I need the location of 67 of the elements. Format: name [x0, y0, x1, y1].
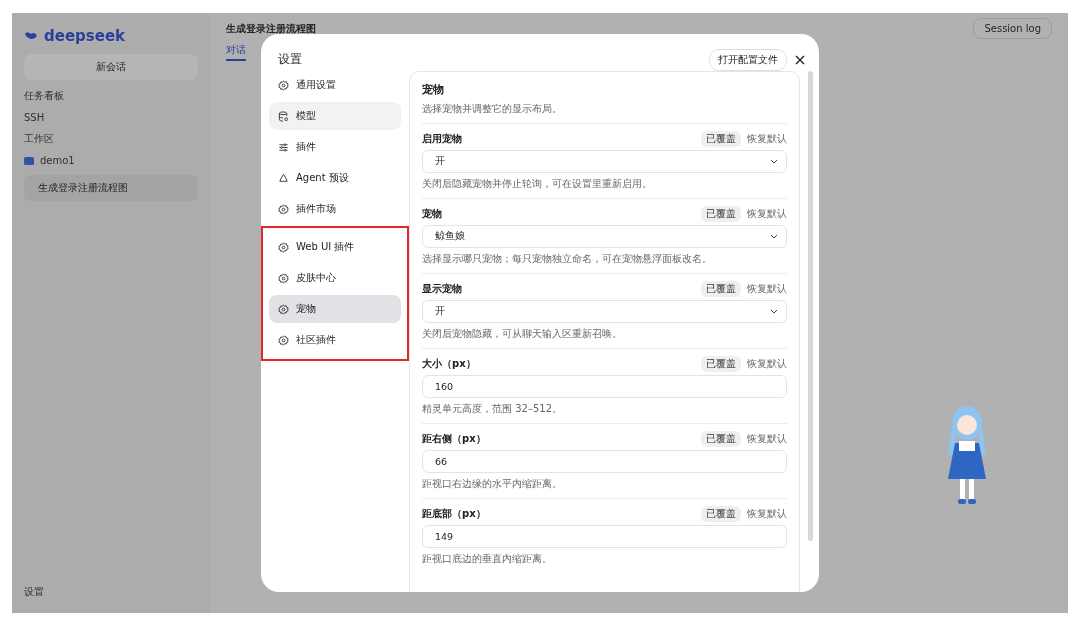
reset-link[interactable]: 恢复默认: [747, 282, 787, 296]
section-title: 宠物: [422, 82, 445, 97]
reset-link[interactable]: 恢复默认: [747, 207, 787, 221]
settings-link[interactable]: 设置: [24, 585, 198, 599]
settings-nav-item[interactable]: 社区插件: [269, 326, 401, 354]
overridden-badge: 已覆盖: [701, 206, 741, 222]
section-label: 工作区: [24, 132, 55, 146]
settings-icon: [278, 203, 289, 215]
page-title: 生成登录注册流程图: [226, 21, 316, 36]
field-hint: 关闭后宠物隐藏，可从聊天输入区重新召唤。: [422, 327, 623, 341]
field-label: 大小（px）: [422, 357, 476, 371]
settings-nav-item[interactable]: 插件市场: [269, 195, 401, 223]
folder-icon: [24, 156, 34, 165]
overridden-badge: 已覆盖: [701, 506, 741, 522]
field-hint: 选择显示哪只宠物；每只宠物独立命名，可在宠物悬浮面板改名。: [422, 252, 713, 266]
folder-name[interactable]: demo1: [40, 155, 75, 166]
settings-nav-item[interactable]: Web UI 插件: [269, 233, 401, 261]
reset-link[interactable]: 恢复默认: [747, 432, 787, 446]
overridden-badge: 已覆盖: [701, 356, 741, 372]
reset-link[interactable]: 恢复默认: [747, 357, 787, 371]
field-label: 距底部（px）: [422, 507, 486, 521]
chevron-down-icon: [770, 309, 778, 314]
field-hint: 精灵单元高度，范围 32–512。: [422, 402, 563, 416]
overridden-badge: 已覆盖: [701, 431, 741, 447]
sliders-icon: [278, 141, 289, 153]
field-label: 显示宠物: [422, 282, 462, 296]
select-field[interactable]: 开: [422, 150, 787, 173]
settings-icon: [278, 272, 289, 284]
settings-nav-item[interactable]: 模型: [269, 102, 401, 130]
close-icon[interactable]: [795, 54, 805, 65]
field-hint: 关闭后隐藏宠物并停止轮询，可在设置里重新启用。: [422, 177, 653, 191]
field-hint: 距视口底边的垂直内缩距离。: [422, 552, 553, 566]
chat-tab[interactable]: 对话: [226, 43, 246, 61]
field-label: 距右侧（px）: [422, 432, 486, 446]
section-description: 选择宠物并调整它的显示布局。: [422, 102, 563, 116]
database-icon: [278, 110, 289, 122]
select-field[interactable]: 开: [422, 300, 787, 323]
field-label: 启用宠物: [422, 132, 462, 146]
dialog-title: 设置: [278, 51, 302, 68]
overridden-badge: 已覆盖: [701, 281, 741, 297]
session-log-button[interactable]: Session log: [973, 18, 1052, 39]
input-field[interactable]: 149: [422, 525, 787, 548]
settings-icon: [278, 79, 289, 91]
new-chat-button[interactable]: 新会话: [24, 54, 198, 80]
conversation-item[interactable]: 生成登录注册流程图: [24, 175, 198, 201]
open-config-button[interactable]: 打开配置文件: [709, 48, 787, 71]
settings-nav-item[interactable]: Agent 预设: [269, 164, 401, 192]
field-hint: 距视口右边缘的水平内缩距离。: [422, 477, 563, 491]
settings-icon: [278, 241, 289, 253]
logo: deepseek: [44, 27, 126, 45]
settings-nav-item[interactable]: 通用设置: [269, 71, 401, 99]
overridden-badge: 已覆盖: [701, 131, 741, 147]
sidebar-link[interactable]: SSH: [24, 112, 198, 123]
settings-nav-item[interactable]: 插件: [269, 133, 401, 161]
input-field[interactable]: 160: [422, 375, 787, 398]
settings-icon: [278, 334, 289, 346]
settings-nav-item[interactable]: 宠物: [269, 295, 401, 323]
reset-link[interactable]: 恢复默认: [747, 507, 787, 521]
sidebar-link[interactable]: 任务看板: [24, 89, 198, 103]
settings-icon: [278, 303, 289, 315]
input-field[interactable]: 66: [422, 450, 787, 473]
select-field[interactable]: 鲸鱼娘: [422, 225, 787, 248]
reset-link[interactable]: 恢复默认: [747, 132, 787, 146]
settings-nav-item[interactable]: 皮肤中心: [269, 264, 401, 292]
field-label: 宠物: [422, 207, 442, 221]
chevron-down-icon: [770, 234, 778, 239]
chevron-down-icon: [770, 159, 778, 164]
